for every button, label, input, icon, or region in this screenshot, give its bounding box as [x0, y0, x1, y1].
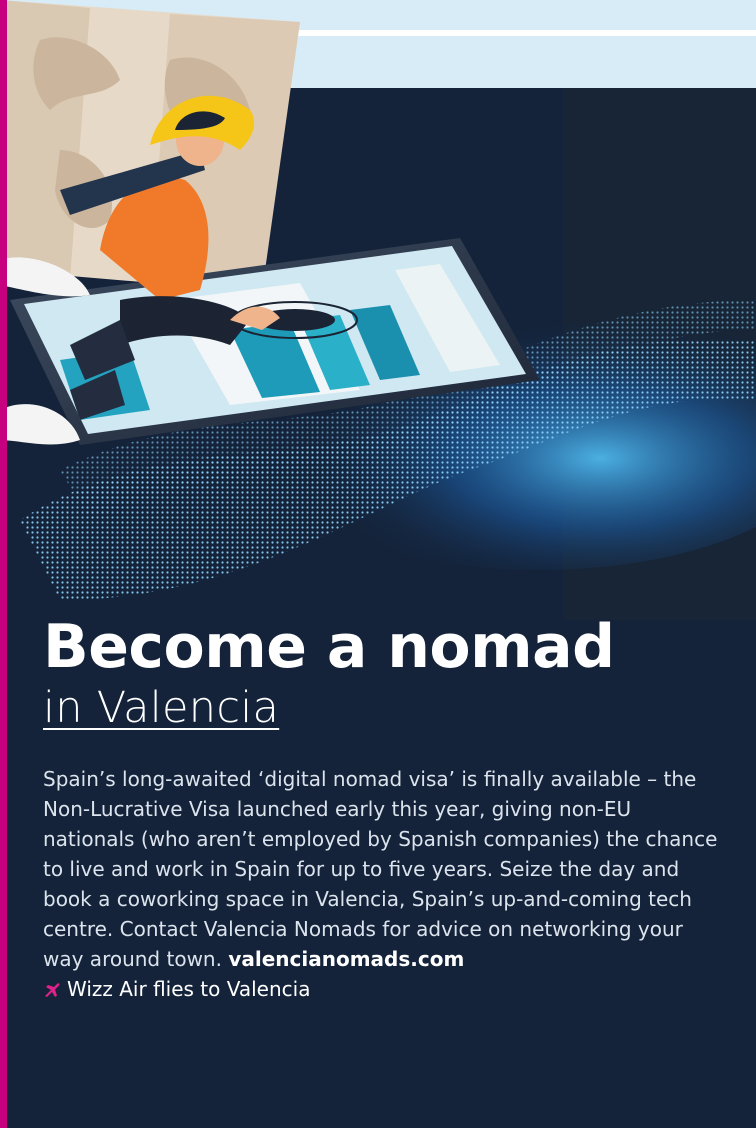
website-link[interactable]: valencianomads.com	[228, 947, 464, 971]
headline: Become a nomad	[43, 612, 615, 682]
article-body: Spain’s long-awaited ‘digital nomad visa…	[43, 764, 723, 974]
accent-bar	[0, 0, 7, 1128]
magazine-page: Become a nomad in Valencia Spain’s long-…	[0, 0, 756, 1128]
subheadline: in Valencia	[43, 683, 280, 733]
flight-note-text: Wizz Air flies to Valencia	[67, 977, 311, 1001]
hero-illustration	[0, 0, 756, 620]
article-body-text: Spain’s long-awaited ‘digital nomad visa…	[43, 767, 718, 971]
flight-note: Wizz Air flies to Valencia	[43, 974, 723, 1004]
article: Become a nomad in Valencia Spain’s long-…	[43, 612, 723, 1004]
plane-icon	[45, 983, 60, 997]
